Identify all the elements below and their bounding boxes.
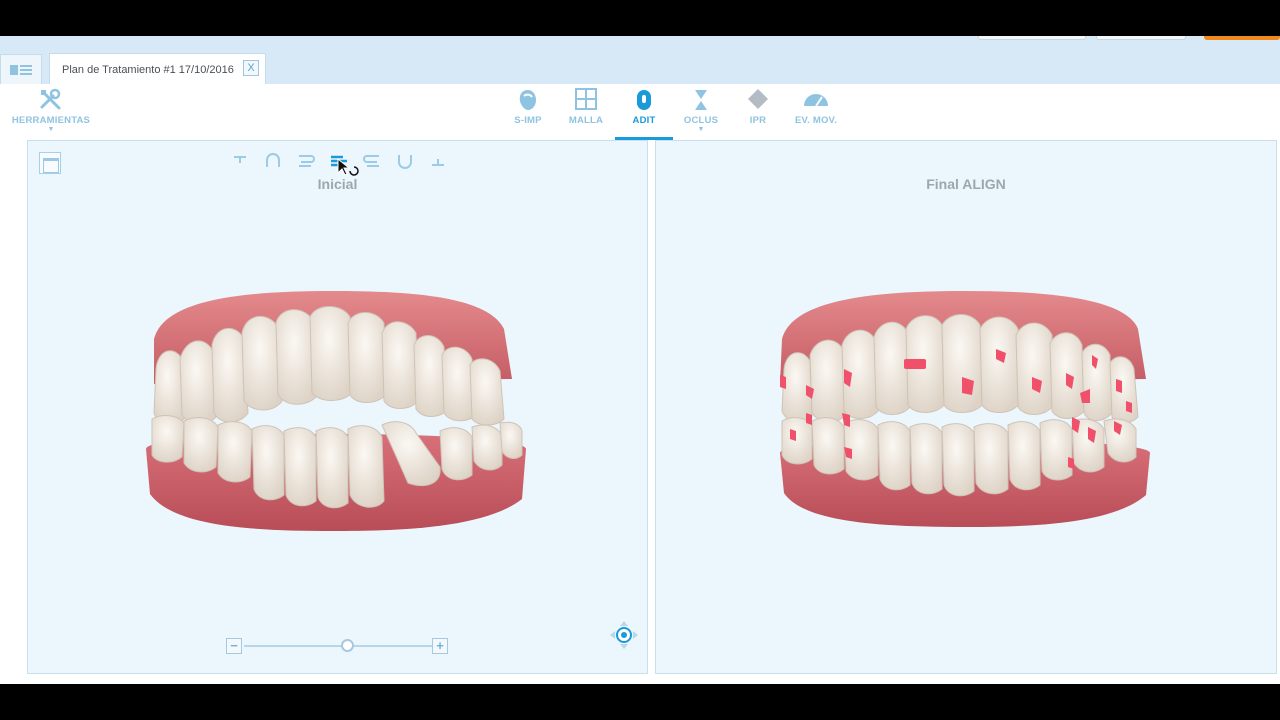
tab-label: EV. MOV.	[794, 115, 838, 126]
close-tab-button[interactable]: X	[243, 60, 259, 76]
right-view-icon[interactable]	[294, 149, 318, 173]
tab-oclus[interactable]: OCLUS ▼	[676, 84, 726, 140]
tab-malla[interactable]: MALLA	[562, 84, 610, 140]
upper-view-icon[interactable]	[228, 149, 252, 173]
tab-s-imp[interactable]: S-IMP	[504, 84, 552, 140]
tab-treatment-plan[interactable]: Plan de Tratamiento #1 17/10/2016 X	[49, 53, 266, 85]
lower-view-icon[interactable]	[426, 149, 450, 173]
tooth-outline-icon	[519, 90, 536, 110]
zoom-in-button[interactable]: +	[432, 638, 448, 654]
attachment-icon	[637, 90, 651, 110]
final-teeth-model[interactable]	[776, 289, 1156, 535]
zoom-handle[interactable]	[340, 639, 354, 652]
left-view-icon[interactable]	[360, 149, 384, 173]
tools-label: HERRAMIENTAS	[11, 115, 91, 126]
initial-3d-viewport[interactable]: Inicial − +	[27, 140, 648, 674]
arch-lower-icon[interactable]	[393, 149, 417, 173]
tab-label: Plan de Tratamiento #1 17/10/2016	[62, 64, 234, 76]
zoom-slider[interactable]: − +	[226, 635, 450, 657]
tab-ipr[interactable]: IPR	[736, 84, 780, 140]
viewport-title: Final ALIGN	[926, 176, 1006, 192]
arch-upper-icon[interactable]	[261, 149, 285, 173]
list-menu-icon	[10, 64, 32, 75]
tab-label: ADIT	[632, 115, 656, 126]
top-button[interactable]	[978, 36, 1086, 40]
initial-teeth-model[interactable]	[144, 289, 528, 539]
viewport-title: Inicial	[317, 176, 358, 192]
tab-label: MALLA	[568, 115, 604, 126]
tab-label: OCLUS	[683, 115, 719, 126]
letterbox-bottom	[0, 684, 1280, 720]
main-toolbar: HERRAMIENTAS ▼ S-IMP MALLA ADIT OCLUS ▼ …	[0, 84, 1280, 140]
zoom-out-button[interactable]: −	[226, 638, 242, 654]
chevron-down-icon: ▼	[697, 126, 705, 133]
final-3d-viewport[interactable]: Final ALIGN	[655, 140, 1277, 674]
tab-adit[interactable]: ADIT	[615, 84, 673, 140]
top-button-primary[interactable]	[1204, 36, 1280, 40]
grid-icon	[575, 88, 597, 110]
tab-ev-mov[interactable]: EV. MOV.	[788, 84, 844, 140]
diamond-icon	[748, 89, 768, 109]
tab-bar: Plan de Tratamiento #1 17/10/2016 X	[0, 36, 1280, 85]
app-window: Plan de Tratamiento #1 17/10/2016 X HERR…	[0, 36, 1280, 684]
tools-icon	[40, 88, 61, 110]
zoom-track[interactable]	[244, 645, 432, 647]
occlusion-icon	[695, 90, 707, 110]
top-button[interactable]	[1096, 36, 1186, 40]
menu-button[interactable]	[0, 54, 42, 84]
tab-label: S-IMP	[514, 115, 542, 126]
tab-label: IPR	[749, 115, 767, 126]
layout-toggle-icon[interactable]	[39, 152, 61, 174]
navigation-control-icon[interactable]	[608, 619, 640, 651]
tools-menu-button[interactable]: HERRAMIENTAS ▼	[8, 84, 94, 140]
gauge-icon	[804, 94, 828, 107]
chevron-down-icon: ▼	[47, 126, 55, 133]
